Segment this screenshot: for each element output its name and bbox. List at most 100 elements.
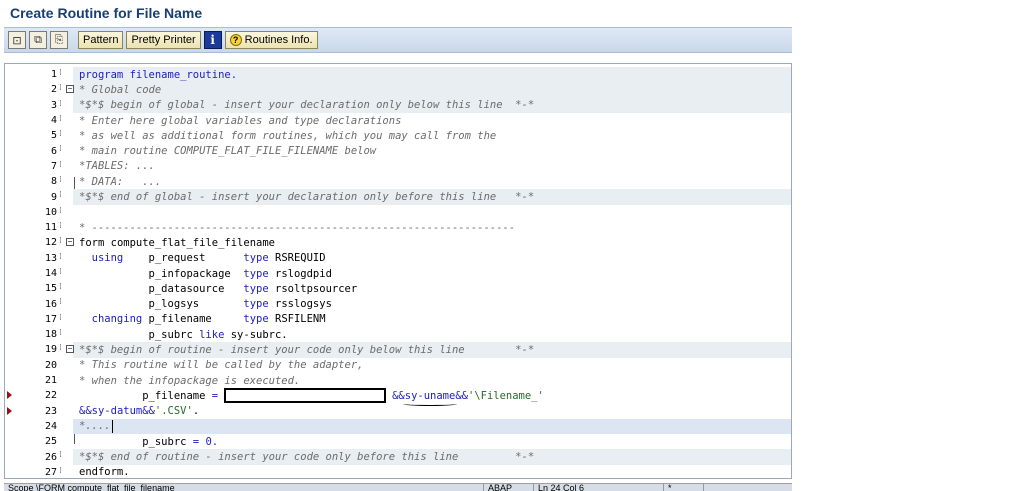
line-number: 1 [50,69,57,81]
code-operator: && [142,405,155,418]
code-text: sy-subrc. [224,328,288,341]
line-number: 8 [50,176,57,188]
line-number: 19 [44,344,57,356]
code-line: 20 * This routine will be called by the … [5,358,791,373]
window-title: Create Routine for File Name [10,5,203,21]
code-line: 7 ⁞ *TABLES: ... [5,159,791,174]
code-string: '\Filename_' [467,389,544,402]
code-text: p_logsys [79,298,244,311]
code-keyword: type [243,313,269,326]
check-icon[interactable]: ⎘ [50,31,68,49]
pretty-printer-button[interactable]: Pretty Printer [126,31,201,49]
abap-code-editor[interactable]: 1 ⁞ program filename_routine. 2 ⁞ − * Glo… [4,63,792,479]
line-number: 3 [50,99,57,111]
code-text: *.... [79,420,111,433]
line-number: 5 [50,130,57,142]
code-line: 19 ⁞ − *$*$ begin of routine - insert you… [5,342,791,358]
line-number: 27 [44,466,57,478]
code-text: rsslogsys [268,298,332,311]
line-number: 17 [44,313,57,325]
fold-marker-icon: ⁞ [59,68,62,78]
collapse-icon[interactable]: − [66,238,74,247]
line-number: 25 [44,436,57,448]
code-text: *$*$ end of global - insert your declara… [79,191,535,204]
code-line: 22 p_filename = && sy-uname && '\Filename… [5,388,791,406]
code-line: 8 ⁞ * DATA: ... [5,174,791,189]
code-line: 11 ⁞ * ---------------------------------… [5,220,791,235]
code-text: * as well as additional form routines, w… [79,129,497,142]
status-position: Ln 24 Col 6 [534,484,664,491]
line-number: 20 [44,359,57,371]
line-number: 22 [44,390,57,402]
code-line: 3 ⁞ *$*$ begin of global - insert your d… [5,97,791,113]
code-system-field: sy-uname [402,389,457,406]
code-text: * DATA: ... [79,175,162,188]
line-number: 18 [44,329,57,341]
code-line: 24 *.... [5,418,791,435]
code-line: 26 ⁞ *$*$ end of routine - insert your c… [5,449,791,465]
line-number: 23 [44,405,57,417]
info-icon[interactable]: i [203,31,222,49]
copy-icon[interactable]: ⧉ [29,31,47,49]
code-text: *$*$ end of routine - insert your code o… [79,451,535,464]
code-text: *$*$ begin of global - insert your decla… [79,99,535,112]
status-bar: Scope \FORM compute_flat_file_filename A… [4,483,792,491]
breakpoint-marker-icon[interactable] [7,406,12,415]
line-number: 10 [44,206,57,218]
code-text: program filename_routine. [79,68,238,81]
line-number: 9 [50,191,57,203]
code-line: 5 ⁞ * as well as additional form routine… [5,128,791,143]
code-text: p_filename [79,389,212,402]
line-number: 15 [44,283,57,295]
code-keyword: type [243,252,269,265]
code-text: *$*$ begin of routine - insert your code… [79,343,535,356]
code-text: * when the infopackage is executed. [79,374,301,387]
code-keyword: type [243,282,269,295]
code-line: 18 ⁞ p_subrc like sy-subrc. [5,327,791,342]
line-number: 11 [44,222,57,234]
code-line: 1 ⁞ program filename_routine. [5,67,791,83]
display-object-icon[interactable]: ⊡ [8,31,26,49]
code-text: compute_flat_file_filename [104,236,275,249]
code-keyword: type [243,298,269,311]
code-keyword: using [79,252,124,265]
breakpoint-marker-icon[interactable] [7,391,12,400]
code-string: '.CSV' [154,405,193,418]
code-operator: && [79,405,92,418]
code-line: 15 ⁞ p_datasource type rsoltpsourcer [5,281,791,296]
code-text: * Enter here global variables and type d… [79,114,402,127]
routines-info-button[interactable]: ? Routines Info. [224,31,318,49]
code-text: p_subrc [79,435,193,448]
collapse-icon[interactable]: − [66,345,74,354]
text-cursor [111,419,113,433]
code-keyword: endform. [79,466,130,479]
pattern-button[interactable]: Pattern [78,31,124,49]
status-mode: * [664,484,704,491]
line-number: 7 [50,160,57,172]
code-line: 25 p_subrc = 0. [5,434,791,449]
code-line: 10 ⁞ [5,205,791,220]
code-line: 23 && sy-datum && '.CSV'. [5,404,791,422]
line-number: 16 [44,298,57,310]
code-text: RSREQUID [268,252,326,265]
code-text: p_subrc [79,328,200,341]
code-operator: = 0. [192,435,219,448]
code-keyword: form [79,236,105,249]
code-operator: && [455,389,468,402]
code-text: * main routine COMPUTE_FLAT_FILE_FILENAM… [79,145,377,158]
code-text: *TABLES: ... [79,160,155,173]
status-language: ABAP [484,484,534,491]
code-text: . [192,405,200,418]
code-text: p_filename [142,313,244,326]
collapse-icon[interactable]: − [66,85,74,94]
code-operator: = [211,389,219,402]
code-keyword: changing [79,313,143,326]
code-text: p_request [123,252,244,265]
code-text: rslogdpid [268,267,332,280]
line-number: 4 [50,115,57,127]
code-system-field: sy-datum [89,405,144,422]
code-keyword: type [243,267,269,280]
line-number: 6 [50,145,57,157]
line-number: 12 [44,237,57,249]
code-text: * Global code [79,83,162,96]
